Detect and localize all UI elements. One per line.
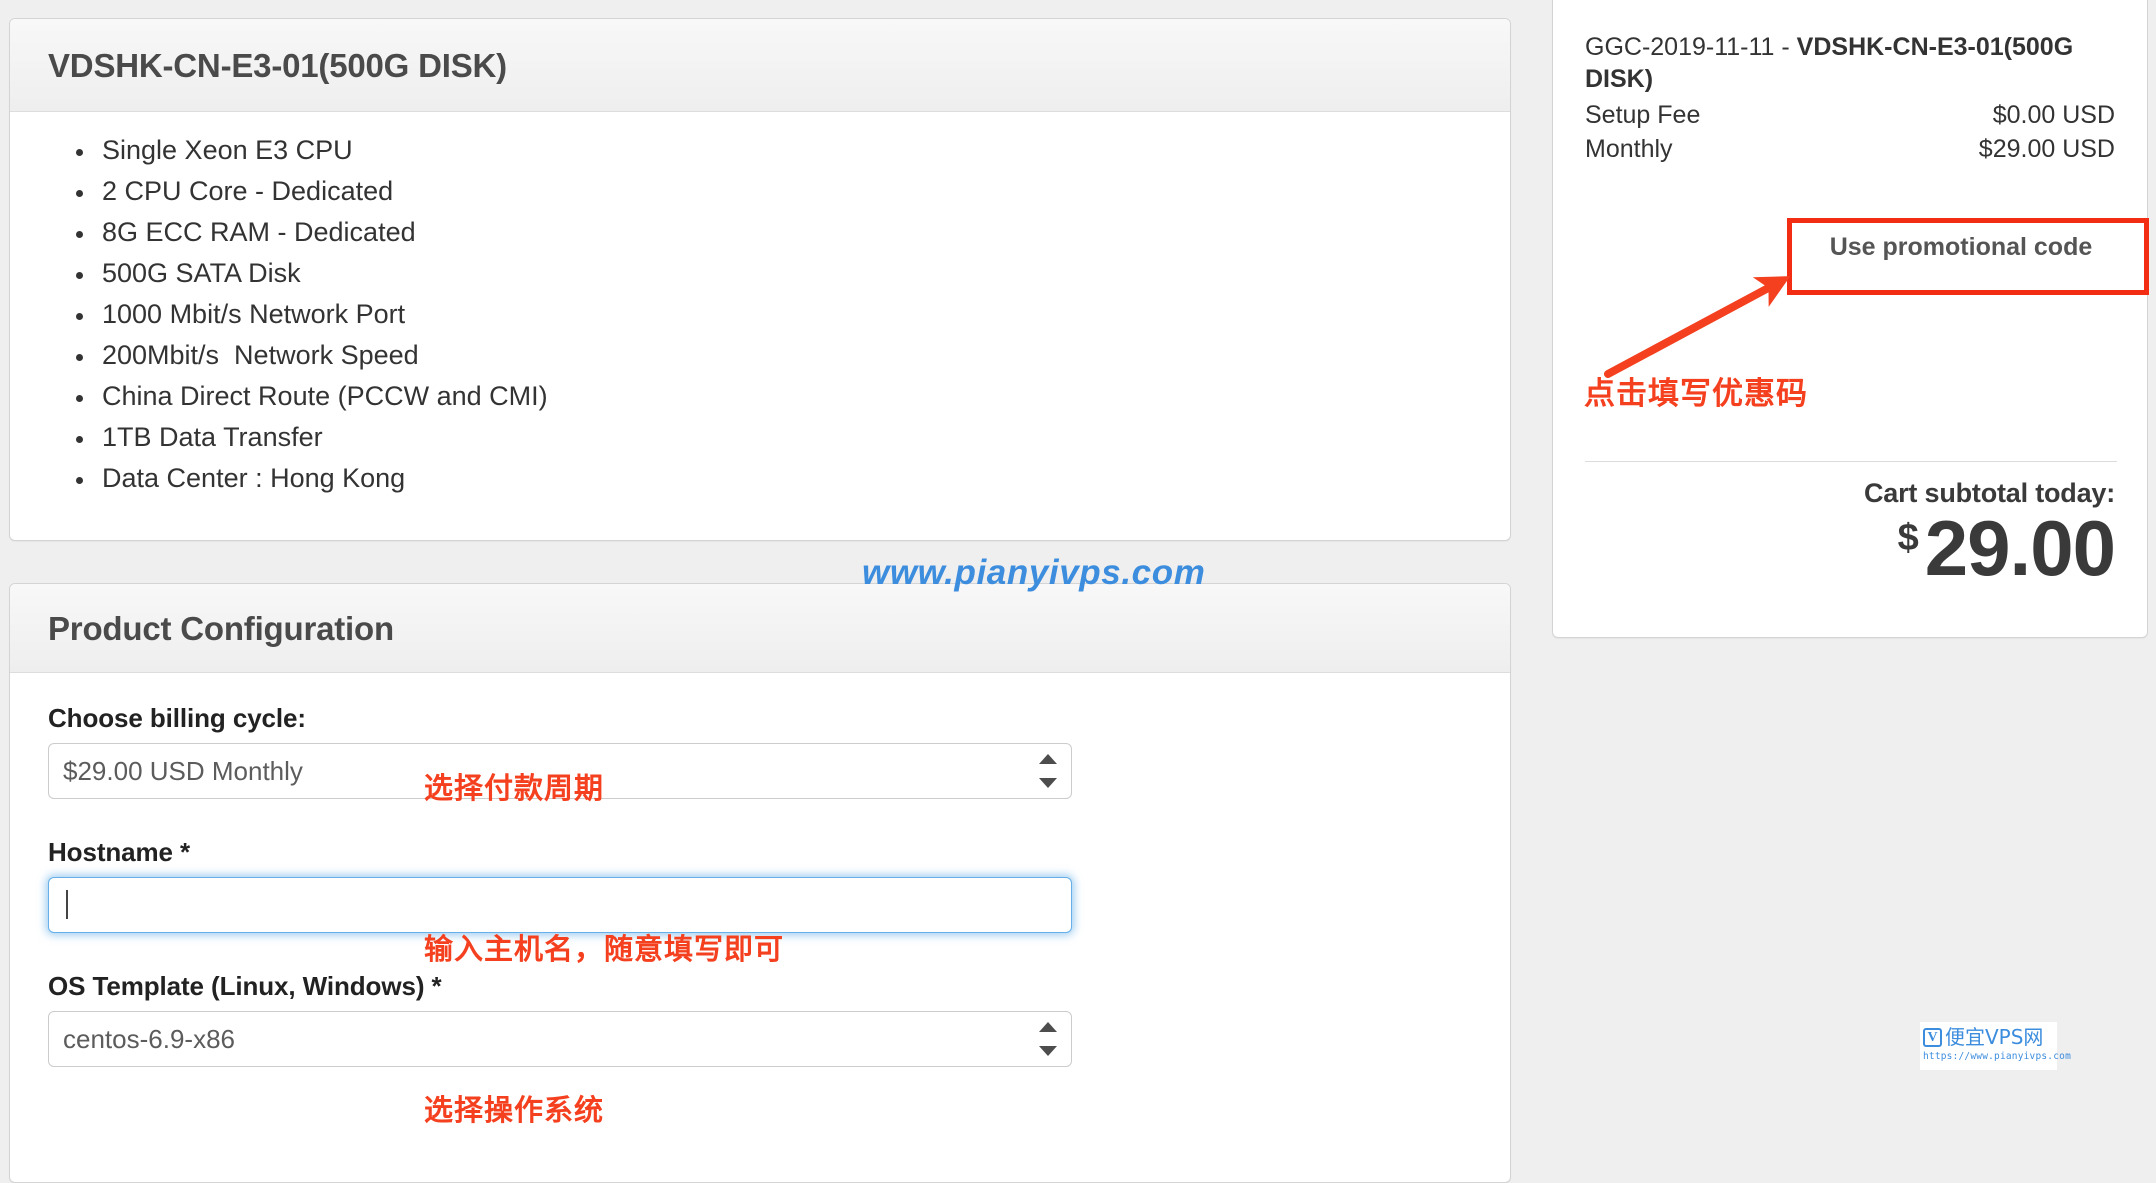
page-title: VDSHK-CN-E3-01(500G DISK) (48, 47, 507, 84)
section-title: Product Configuration (48, 610, 394, 647)
logo-mark-icon: V (1923, 1027, 1942, 1047)
product-configuration-header: Product Configuration (10, 584, 1510, 673)
product-configuration-panel: Product Configuration Choose billing cyc… (9, 583, 1511, 1183)
cart-line-label: Setup Fee (1585, 101, 1701, 129)
os-template-group: OS Template (Linux, Windows) * centos-6.… (48, 971, 1472, 1067)
os-template-label: OS Template (Linux, Windows) * (48, 970, 442, 1001)
cart-line-label: Monthly (1585, 135, 1673, 163)
cart-line-monthly: Monthly $29.00 USD (1585, 132, 2115, 166)
product-summary-panel: VDSHK-CN-E3-01(500G DISK) Single Xeon E3… (9, 18, 1511, 541)
cart-subtotal-number: 29.00 (1924, 504, 2116, 593)
product-summary-header: VDSHK-CN-E3-01(500G DISK) (10, 19, 1510, 112)
list-item: 8G ECC RAM - Dedicated (76, 212, 1472, 253)
divider (1585, 461, 2117, 462)
cart-line-amount: $29.00 USD (1978, 135, 2115, 163)
cart-item-order-id: GGC-2019-11-11 - (1585, 33, 1797, 61)
cart-item-title: GGC-2019-11-11 - VDSHK-CN-E3-01(500G DIS… (1585, 31, 2115, 95)
cart-line-setup-fee: Setup Fee $0.00 USD (1585, 98, 2115, 132)
hostname-label: Hostname * (48, 836, 191, 867)
cart-line-amount: $0.00 USD (1992, 101, 2115, 129)
currency-symbol: $ (1897, 517, 1919, 560)
order-summary-panel: GGC-2019-11-11 - VDSHK-CN-E3-01(500G DIS… (1552, 0, 2148, 638)
site-watermark: www.pianyivps.com (862, 553, 1206, 592)
hostname-group: Hostname * (48, 837, 1472, 933)
text-caret (66, 890, 68, 920)
order-summary-body: GGC-2019-11-11 - VDSHK-CN-E3-01(500G DIS… (1553, 0, 2147, 166)
annotation-promo-code: 点击填写优惠码 (1584, 376, 1808, 412)
chevron-updown-icon (1039, 1021, 1057, 1056)
annotation-hostname: 输入主机名，随意填写即可 (424, 932, 785, 966)
use-promotional-code-button[interactable]: Use promotional code (1788, 219, 2134, 276)
list-item: Data Center : Hong Kong (76, 458, 1472, 499)
list-item: 200Mbit/s Network Speed (76, 335, 1472, 376)
product-summary-body: Single Xeon E3 CPU 2 CPU Core - Dedicate… (10, 112, 1510, 519)
billing-cycle-value: $29.00 USD Monthly (63, 755, 303, 786)
list-item: 500G SATA Disk (76, 253, 1472, 294)
product-feature-list: Single Xeon E3 CPU 2 CPU Core - Dedicate… (48, 130, 1472, 499)
annotation-billing-cycle: 选择付款周期 (424, 771, 605, 805)
product-configuration-body: Choose billing cycle: $29.00 USD Monthly… (10, 673, 1510, 1125)
site-logo-badge: V 便宜VPS网 https://www.pianyivps.com (1920, 1022, 2071, 1070)
billing-cycle-group: Choose billing cycle: $29.00 USD Monthly (48, 703, 1472, 799)
os-template-value: centos-6.9-x86 (63, 1023, 235, 1054)
hostname-input[interactable] (48, 876, 1072, 933)
list-item: 1000 Mbit/s Network Port (76, 294, 1472, 335)
logo-url: https://www.pianyivps.com (1923, 1051, 2071, 1062)
list-item: Single Xeon E3 CPU (76, 130, 1472, 171)
list-item: China Direct Route (PCCW and CMI) (76, 376, 1472, 417)
os-template-select[interactable]: centos-6.9-x86 (48, 1010, 1072, 1067)
cart-subtotal: Cart subtotal today: $ 29.00 (1864, 477, 2116, 593)
annotation-os-template: 选择操作系统 (424, 1093, 605, 1127)
list-item: 2 CPU Core - Dedicated (76, 171, 1472, 212)
cart-subtotal-value: $ 29.00 (1864, 504, 2116, 593)
billing-cycle-label: Choose billing cycle: (48, 702, 306, 733)
logo-name: 便宜VPS网 (1945, 1025, 2044, 1049)
chevron-updown-icon (1039, 753, 1057, 788)
list-item: 1TB Data Transfer (76, 417, 1472, 458)
